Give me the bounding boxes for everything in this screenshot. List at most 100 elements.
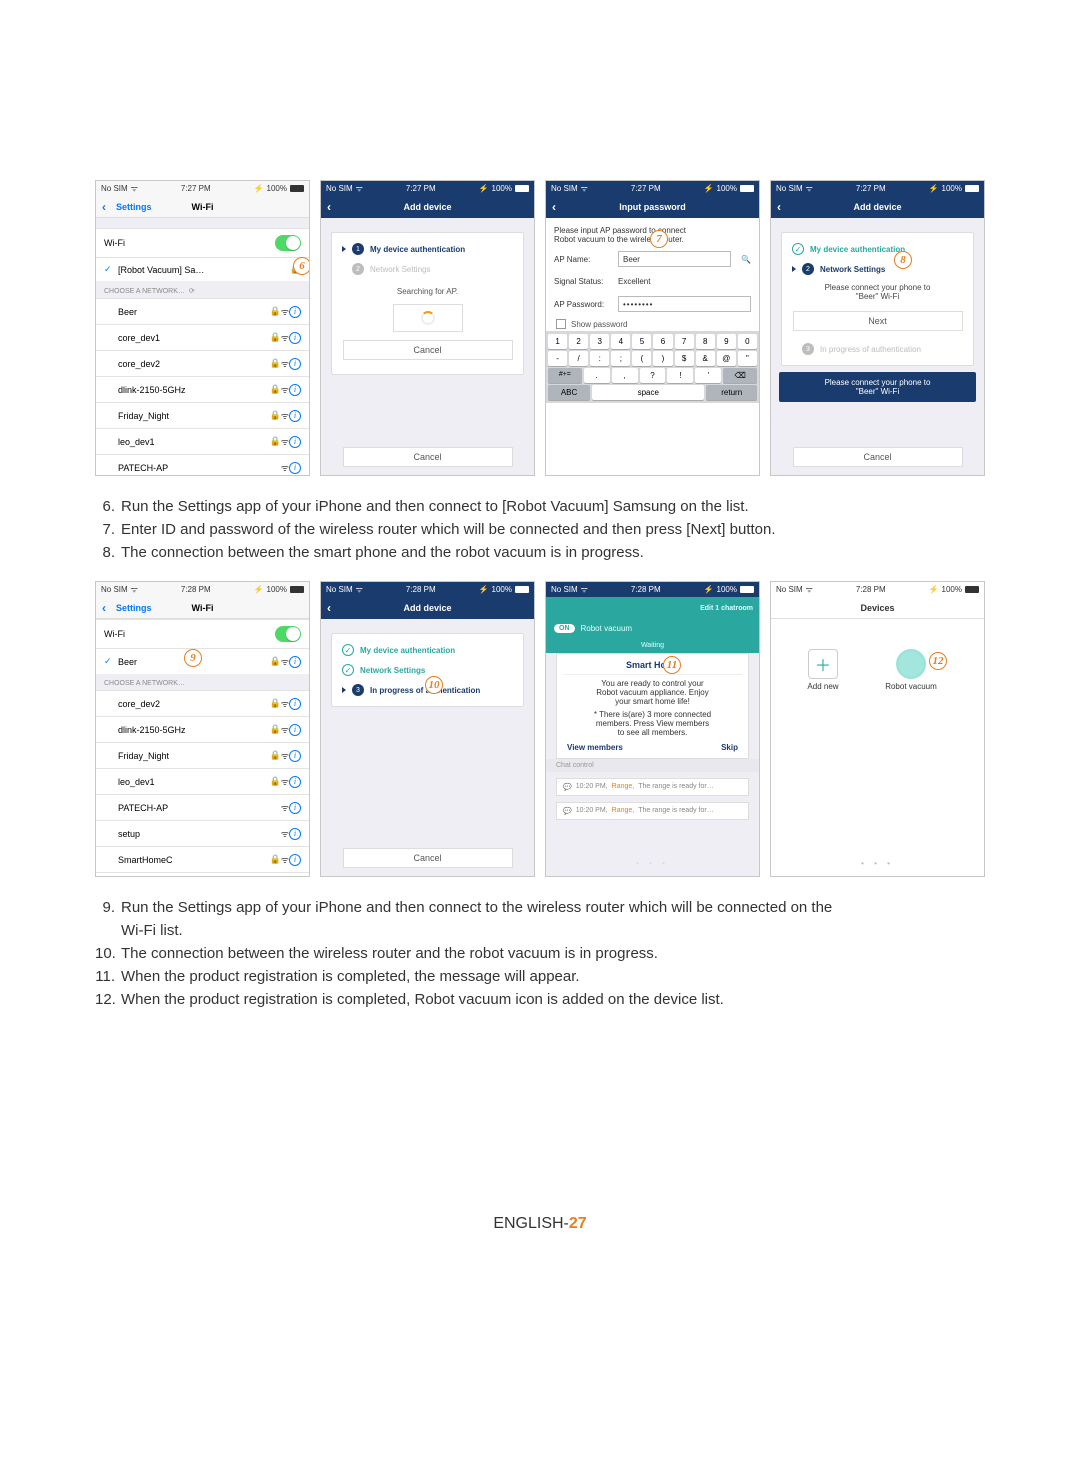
nav-bar: Devices bbox=[771, 597, 984, 619]
info-button[interactable]: i bbox=[289, 306, 301, 318]
wifi-row[interactable]: leo_dev1🔒ᯤi bbox=[96, 768, 309, 794]
key[interactable]: 1 bbox=[548, 334, 567, 349]
wifi-toggle[interactable] bbox=[275, 626, 301, 642]
choose-network-header: CHOOSE A NETWORK…⟳ bbox=[96, 281, 309, 298]
nav-title: Add device bbox=[853, 202, 901, 212]
wifi-row[interactable]: Friday_Night🔒ᯤi bbox=[96, 742, 309, 768]
key[interactable]: & bbox=[696, 351, 715, 366]
connected-network-row[interactable]: ✓Beer 9 🔒ᯤi bbox=[96, 648, 309, 674]
show-password-checkbox[interactable] bbox=[556, 319, 566, 329]
back-label[interactable]: Settings bbox=[116, 603, 152, 613]
key[interactable]: ) bbox=[653, 351, 672, 366]
info-button[interactable]: i bbox=[289, 410, 301, 422]
wifi-row[interactable]: setupᯤi bbox=[96, 820, 309, 846]
welcome-card: Smart Home 11 You are ready to control y… bbox=[556, 653, 749, 759]
info-button[interactable]: i bbox=[289, 656, 301, 668]
key[interactable]: / bbox=[569, 351, 588, 366]
key[interactable]: ! bbox=[667, 368, 693, 383]
back-label[interactable]: Settings bbox=[116, 202, 152, 212]
device-banner: ON Robot vacuum bbox=[546, 619, 759, 638]
key[interactable]: 5 bbox=[632, 334, 651, 349]
key[interactable]: 6 bbox=[653, 334, 672, 349]
wifi-row[interactable]: PATECH-APᯤi bbox=[96, 454, 309, 476]
skip-link[interactable]: Skip bbox=[721, 743, 738, 752]
info-button[interactable]: i bbox=[289, 750, 301, 762]
back-button[interactable]: ‹ bbox=[102, 601, 106, 615]
wifi-row[interactable]: uready🔒ᯤi bbox=[96, 872, 309, 877]
key[interactable]: 4 bbox=[611, 334, 630, 349]
info-button[interactable]: i bbox=[289, 802, 301, 814]
view-members-link[interactable]: View members bbox=[567, 743, 623, 752]
wifi-row[interactable]: dlink-2150-5GHz🔒ᯤi bbox=[96, 376, 309, 402]
next-button[interactable]: Next bbox=[793, 311, 963, 331]
cancel-button-bottom[interactable]: Cancel bbox=[343, 848, 513, 868]
key[interactable]: : bbox=[590, 351, 609, 366]
key-abc[interactable]: ABC bbox=[548, 385, 590, 400]
key[interactable]: ; bbox=[611, 351, 630, 366]
key[interactable]: , bbox=[612, 368, 638, 383]
info-button[interactable]: i bbox=[289, 384, 301, 396]
key-space[interactable]: space bbox=[592, 385, 704, 400]
info-button[interactable]: i bbox=[289, 854, 301, 866]
key-backspace[interactable]: ⌫ bbox=[723, 368, 757, 383]
wifi-row[interactable]: core_dev1🔒ᯤi bbox=[96, 324, 309, 350]
ap-name-input[interactable]: Beer bbox=[618, 251, 731, 267]
key[interactable]: " bbox=[738, 351, 757, 366]
info-button[interactable]: i bbox=[289, 698, 301, 710]
step-3-label: In progress of authentication bbox=[820, 345, 921, 354]
info-button[interactable]: i bbox=[289, 828, 301, 840]
key[interactable]: . bbox=[584, 368, 610, 383]
back-button[interactable]: ‹ bbox=[777, 200, 781, 214]
info-button[interactable]: i bbox=[289, 436, 301, 448]
key[interactable]: ' bbox=[695, 368, 721, 383]
back-button[interactable]: ‹ bbox=[102, 200, 106, 214]
info-button[interactable]: i bbox=[289, 776, 301, 788]
edit-button[interactable]: Edit 1 chatroom bbox=[700, 605, 753, 612]
cancel-button-bottom[interactable]: Cancel bbox=[343, 447, 513, 467]
robot-vacuum-tile[interactable]: Robot vacuum 12 bbox=[879, 649, 943, 691]
key[interactable]: - bbox=[548, 351, 567, 366]
info-button[interactable]: i bbox=[289, 462, 301, 474]
wifi-row[interactable]: Beer🔒ᯤi bbox=[96, 298, 309, 324]
key[interactable]: ( bbox=[632, 351, 651, 366]
cancel-button[interactable]: Cancel bbox=[343, 340, 513, 360]
key[interactable]: 9 bbox=[717, 334, 736, 349]
lock-icon: 🔒 bbox=[270, 358, 281, 369]
show-password-label: Show password bbox=[571, 320, 627, 329]
wifi-row[interactable]: leo_dev1🔒ᯤi bbox=[96, 428, 309, 454]
key[interactable]: @ bbox=[717, 351, 736, 366]
back-button[interactable]: ‹ bbox=[327, 601, 331, 615]
key[interactable]: 2 bbox=[569, 334, 588, 349]
key-symbols[interactable]: #+= bbox=[548, 368, 582, 383]
clock-label: 7:27 PM bbox=[181, 184, 211, 193]
connected-network-row[interactable]: ✓[Robot Vacuum] Sa… 🔒 6 bbox=[96, 257, 309, 281]
callout-6: 6 bbox=[293, 257, 310, 275]
wifi-row[interactable]: Friday_Night🔒ᯤi bbox=[96, 402, 309, 428]
key-return[interactable]: return bbox=[706, 385, 757, 400]
key[interactable]: ? bbox=[640, 368, 666, 383]
key[interactable]: 7 bbox=[675, 334, 694, 349]
wifi-row[interactable]: core_dev2🔒ᯤi bbox=[96, 350, 309, 376]
wifi-row[interactable]: dlink-2150-5GHz🔒ᯤi bbox=[96, 716, 309, 742]
key[interactable]: 8 bbox=[696, 334, 715, 349]
key[interactable]: $ bbox=[675, 351, 694, 366]
choose-network-header: CHOOSE A NETWORK… bbox=[96, 674, 309, 690]
wifi-toggle[interactable] bbox=[275, 235, 301, 251]
info-button[interactable]: i bbox=[289, 724, 301, 736]
cancel-button-bottom[interactable]: Cancel bbox=[793, 447, 963, 467]
lock-icon: 🔒 bbox=[270, 384, 281, 395]
battery-label: 100% bbox=[267, 184, 287, 193]
search-icon[interactable]: 🔍 bbox=[741, 255, 751, 264]
info-button[interactable]: i bbox=[289, 358, 301, 370]
add-new-tile[interactable]: ＋ Add new bbox=[791, 649, 855, 691]
wifi-icon: ᯤ bbox=[281, 655, 289, 668]
back-button[interactable]: ‹ bbox=[552, 200, 556, 214]
key[interactable]: 3 bbox=[590, 334, 609, 349]
wifi-row[interactable]: SmartHomeC🔒ᯤi bbox=[96, 846, 309, 872]
info-button[interactable]: i bbox=[289, 332, 301, 344]
key[interactable]: 0 bbox=[738, 334, 757, 349]
back-button[interactable]: ‹ bbox=[327, 200, 331, 214]
wifi-row[interactable]: core_dev2🔒ᯤi bbox=[96, 690, 309, 716]
password-input[interactable]: •••••••• bbox=[618, 296, 751, 312]
wifi-row[interactable]: PATECH-APᯤi bbox=[96, 794, 309, 820]
